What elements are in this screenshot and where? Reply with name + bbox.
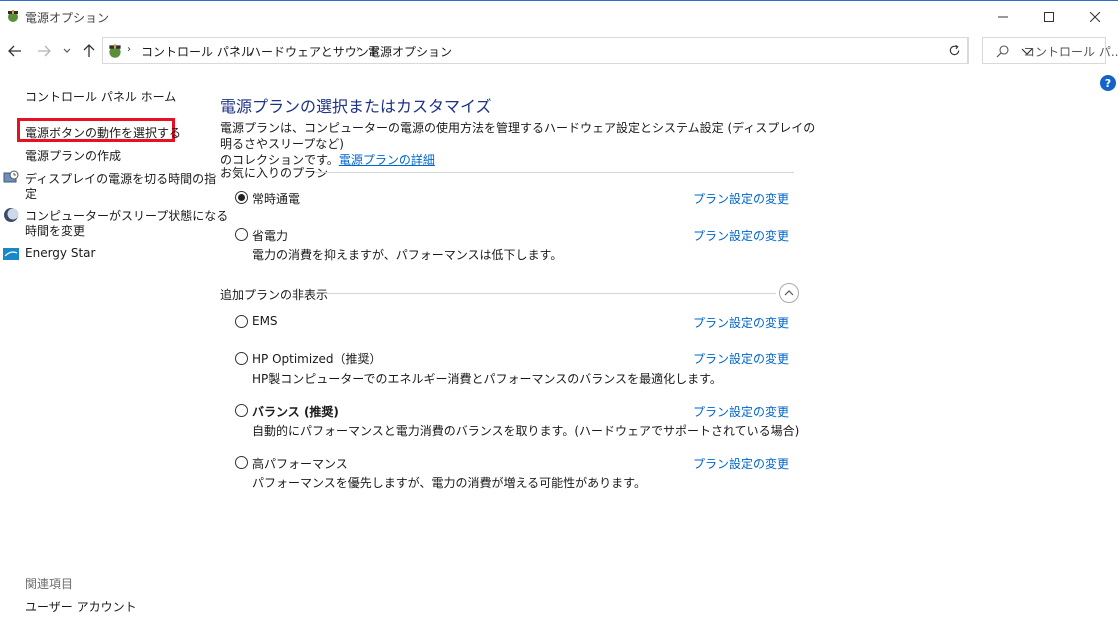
maximize-icon [1044, 12, 1054, 22]
minimize-button[interactable] [980, 2, 1026, 32]
collapse-hidden-plans-button[interactable] [779, 283, 799, 303]
forward-arrow-icon [38, 45, 51, 57]
change-plan-settings-link[interactable]: プラン設定の変更 [693, 314, 789, 331]
sidebar-item-energy-star[interactable]: Energy Star [25, 246, 95, 260]
sidebar-item-choose-power-button[interactable]: 電源ボタンの動作を選択する [25, 124, 181, 141]
minimize-icon [998, 16, 1008, 18]
close-icon [1090, 12, 1100, 22]
plan-description-balanced: 自動的にパフォーマンスと電力消費のバランスを取ります。(ハードウェアでサポートさ… [252, 424, 800, 438]
sidebar-control-panel-home[interactable]: コントロール パネル ホーム [25, 88, 176, 105]
display-clock-icon [3, 170, 19, 183]
plan-description-power-saver: 電力の消費を抑えますが、パフォーマンスは低下します。 [252, 248, 563, 262]
change-plan-settings-link[interactable]: プラン設定の変更 [693, 403, 789, 420]
plan-radio-always-on[interactable] [235, 191, 248, 204]
sidebar-item-display-off-time-line2[interactable]: 定 [25, 185, 37, 202]
back-button[interactable] [6, 40, 24, 62]
power-plan-details-link[interactable]: 電源プランの詳細 [339, 153, 435, 167]
breadcrumb-separator-icon: › [127, 44, 131, 55]
chevron-up-icon [784, 290, 794, 296]
power-options-icon [109, 44, 121, 58]
hidden-plans-header: 追加プランの非表示 [220, 288, 329, 302]
sidebar-item-sleep-time-line2[interactable]: 時間を変更 [25, 222, 85, 239]
change-plan-settings-link[interactable]: プラン設定の変更 [693, 350, 789, 367]
close-button[interactable] [1072, 2, 1118, 32]
plan-description-hp-optimized: HP製コンピューターでのエネルギー消費とパフォーマンスのバランスを最適化します。 [252, 372, 722, 386]
plan-radio-power-saver[interactable] [235, 228, 248, 241]
chevron-down-icon [63, 48, 71, 53]
favorite-plans-header: お気に入りのプラン [220, 166, 329, 180]
description-line1: 電源プランは、コンピューターの電源の使用方法を管理するハードウェア設定とシステム… [220, 121, 816, 151]
breadcrumb-power-options[interactable]: 電源オプション [368, 43, 452, 60]
plan-name-high-performance[interactable]: 高パフォーマンス [252, 455, 348, 472]
up-button[interactable] [80, 40, 98, 62]
change-plan-settings-link[interactable]: プラン設定の変更 [693, 190, 789, 207]
window-title: 電源オプション [25, 11, 110, 25]
search-box[interactable]: コントロール パ... [982, 37, 1118, 64]
plan-name-ems[interactable]: EMS [252, 314, 278, 328]
forward-button[interactable] [35, 40, 53, 62]
breadcrumb-hardware-sound[interactable]: ハードウェアとサウンド [249, 43, 381, 60]
title-bar: 電源オプション [0, 0, 1118, 32]
plan-radio-ems[interactable] [235, 315, 248, 328]
group-divider [314, 172, 794, 173]
refresh-icon [949, 44, 960, 56]
related-items-heading: 関連項目 [25, 577, 74, 591]
energy-star-icon [3, 248, 19, 260]
plan-name-power-saver[interactable]: 省電力 [252, 227, 288, 244]
plan-radio-hp-optimized[interactable] [235, 352, 248, 365]
sleep-moon-icon [4, 208, 19, 222]
plan-name-balanced[interactable]: バランス (推奨) [252, 403, 339, 420]
breadcrumb-separator-icon: › [236, 44, 240, 55]
help-icon[interactable]: ? [1100, 75, 1116, 91]
sidebar-item-display-off-time-line1[interactable]: ディスプレイの電源を切る時間の指 [25, 170, 216, 187]
address-bar[interactable]: › コントロール パネル › ハードウェアとサウンド › 電源オプション [102, 37, 1033, 64]
plan-radio-balanced[interactable] [235, 404, 248, 417]
power-options-icon [8, 10, 18, 22]
up-arrow-icon [83, 44, 95, 57]
plan-name-always-on[interactable]: 常時通電 [252, 190, 300, 207]
group-divider [324, 293, 776, 294]
sidebar-item-create-power-plan[interactable]: 電源プランの作成 [25, 147, 121, 164]
page-title: 電源プランの選択またはカスタマイズ [220, 97, 492, 116]
search-icon [996, 45, 1009, 58]
page-description: 電源プランは、コンピューターの電源の使用方法を管理するハードウェア設定とシステム… [220, 120, 820, 168]
search-placeholder: コントロール パ... [1023, 45, 1118, 59]
related-item-user-accounts[interactable]: ユーザー アカウント [25, 598, 137, 615]
recent-locations-button[interactable] [61, 40, 73, 62]
plan-radio-high-performance[interactable] [235, 456, 248, 469]
change-plan-settings-link[interactable]: プラン設定の変更 [693, 455, 789, 472]
plan-description-high-performance: パフォーマンスを優先しますが、電力の消費が増える可能性があります。 [252, 476, 646, 490]
refresh-button[interactable] [941, 37, 969, 64]
breadcrumb-separator-icon: › [356, 44, 360, 55]
plan-name-hp-optimized[interactable]: HP Optimized（推奨） [252, 350, 382, 367]
change-plan-settings-link[interactable]: プラン設定の変更 [693, 227, 789, 244]
back-arrow-icon [8, 45, 21, 57]
maximize-button[interactable] [1026, 2, 1072, 32]
